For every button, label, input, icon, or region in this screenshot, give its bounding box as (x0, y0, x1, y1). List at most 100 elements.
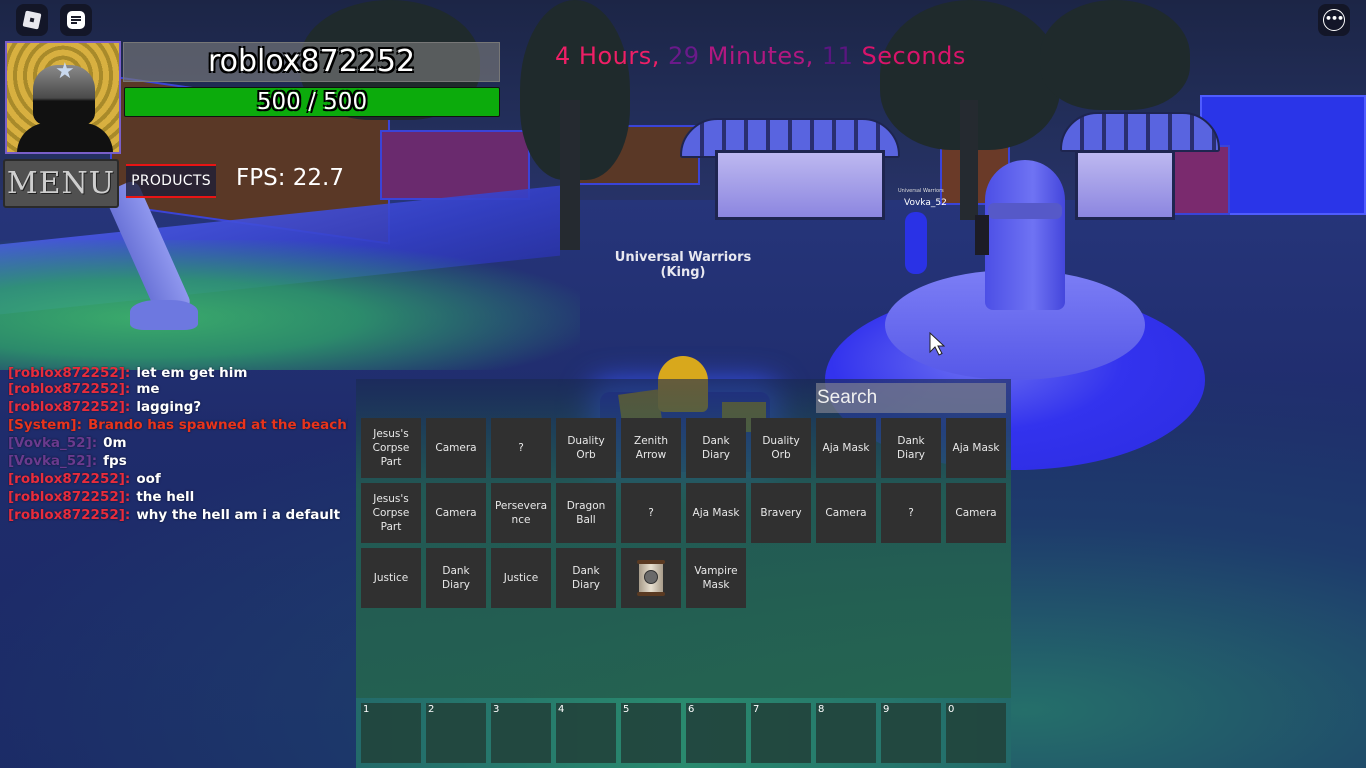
inventory-slot[interactable]: Dank Diary (556, 548, 616, 608)
chat-text: oof (136, 471, 161, 487)
hotbar-slot-key: 3 (493, 704, 500, 715)
inventory-item-label: Camera (825, 507, 867, 519)
inventory-item-label: Dragon Ball (566, 500, 606, 526)
inventory-item-label: Dank Diary (897, 435, 925, 461)
inventory-slot[interactable]: Duality Orb (751, 418, 811, 478)
player-tag-title: Universal Warriors (898, 188, 944, 194)
inventory-slot[interactable]: Dragon Ball (556, 483, 616, 543)
hotbar-slot[interactable]: 6 (686, 703, 746, 763)
chat-message: [Vovka_52]: 0m (8, 434, 348, 452)
inventory-item-label: Aja Mask (822, 442, 870, 454)
hotbar-slot[interactable]: 2 (426, 703, 486, 763)
chat-sender[interactable]: [roblox872252]: (8, 489, 130, 505)
chat-message: [roblox872252]: lagging? (8, 398, 348, 416)
event-timer: 4 Hours, 29 Minutes, 11 Seconds (555, 44, 966, 68)
menu-button-label: MENU (6, 166, 116, 201)
star-icon: ★ (55, 59, 75, 84)
inventory-item-label: Perseverance (494, 500, 548, 526)
chat-icon (67, 11, 85, 29)
hotbar-slot[interactable]: 1 (361, 703, 421, 763)
inventory-slot[interactable]: ? (881, 483, 941, 543)
inventory-slot[interactable]: Perseverance (491, 483, 551, 543)
gazebo-roof (1060, 112, 1220, 152)
inventory-item-label: Jesus's Corpse Part (372, 428, 410, 468)
inventory-search-input[interactable] (816, 383, 1006, 413)
scroll-icon (635, 557, 667, 599)
inventory-slot[interactable]: Jesus's Corpse Part (361, 483, 421, 543)
products-button[interactable]: PRODUCTS (126, 164, 216, 198)
hotbar-slot-key: 4 (558, 704, 565, 715)
chat-message: [roblox872252]: the hell (8, 488, 348, 506)
chat-text: 0m (103, 435, 127, 451)
hotbar-slot[interactable]: 9 (881, 703, 941, 763)
health-bar: 500 / 500 (124, 87, 500, 117)
hotbar-slot-key: 1 (363, 704, 370, 715)
inventory-item-label: Justice (373, 572, 409, 584)
chat-sender[interactable]: [System]: (8, 417, 82, 433)
chat-sender[interactable]: [Vovka_52]: (8, 435, 97, 451)
inventory-slot[interactable]: Camera (816, 483, 876, 543)
hotbar-slot[interactable]: 5 (621, 703, 681, 763)
inventory-slot[interactable]: Aja Mask (816, 418, 876, 478)
inventory-item-label: Dank Diary (572, 565, 600, 591)
inventory-slot[interactable] (621, 548, 681, 608)
menu-button[interactable]: MENU (3, 159, 119, 208)
inventory-slot[interactable]: Justice (491, 548, 551, 608)
chat-message: [roblox872252]: oof (8, 470, 348, 488)
chat-sender[interactable]: [roblox872252]: (8, 507, 130, 523)
inventory-slot[interactable]: Zenith Arrow (621, 418, 681, 478)
hotbar-slot-key: 2 (428, 704, 435, 715)
inventory-slot[interactable]: ? (491, 418, 551, 478)
hotbar-slot[interactable]: 3 (491, 703, 551, 763)
hotbar-slot-key: 7 (753, 704, 760, 715)
inventory-slot[interactable]: Dank Diary (881, 418, 941, 478)
npc-nameplate: Universal Warriors (King) (600, 250, 766, 280)
chat-message: [roblox872252]: me (8, 380, 348, 398)
inventory-slot[interactable]: Dank Diary (686, 418, 746, 478)
inventory-item-label: Duality Orb (567, 435, 605, 461)
avatar-body (17, 123, 113, 152)
other-player-character[interactable] (905, 212, 927, 274)
hotbar-slot[interactable]: 8 (816, 703, 876, 763)
hotbar-slot[interactable]: 4 (556, 703, 616, 763)
hotbar-slot[interactable]: 0 (946, 703, 1006, 763)
inventory-slot[interactable]: Aja Mask (686, 483, 746, 543)
inventory-slot[interactable]: Justice (361, 548, 421, 608)
inventory-slot[interactable]: ? (621, 483, 681, 543)
inventory-item-label: Duality Orb (762, 435, 800, 461)
chat-sender[interactable]: [roblox872252]: (8, 399, 130, 415)
inventory-item-label: Aja Mask (692, 507, 740, 519)
house (380, 130, 530, 200)
npc-subtitle: (King) (660, 265, 706, 280)
inventory-item-label: Dank Diary (442, 565, 470, 591)
inventory-slot[interactable]: Vampire Mask (686, 548, 746, 608)
inventory-item-label: Aja Mask (952, 442, 1000, 454)
inventory-item-label: Camera (435, 442, 477, 454)
inventory-slot[interactable]: Duality Orb (556, 418, 616, 478)
inventory-slot[interactable]: Camera (426, 418, 486, 478)
chat-text: me (136, 381, 160, 397)
inventory-slot[interactable]: Camera (426, 483, 486, 543)
inventory-slot[interactable]: Camera (946, 483, 1006, 543)
hotbar-slot-key: 5 (623, 704, 630, 715)
inventory-slot[interactable]: Jesus's Corpse Part (361, 418, 421, 478)
chat-sender[interactable]: [roblox872252]: (8, 381, 130, 397)
chat-text: fps (103, 453, 127, 469)
inventory-item-label: Dank Diary (702, 435, 730, 461)
hotbar-slot[interactable]: 7 (751, 703, 811, 763)
chat-sender[interactable]: [roblox872252]: (8, 471, 130, 487)
inventory-slot[interactable]: Aja Mask (946, 418, 1006, 478)
other-player-character[interactable] (975, 215, 989, 255)
chat-message: [System]: Brando has spawned at the beach… (8, 416, 348, 434)
fountain-ring (988, 203, 1062, 219)
inventory-item-label: Zenith Arrow (634, 435, 668, 461)
inventory-item-label: Bravery (760, 507, 802, 519)
hotbar-slot-key: 9 (883, 704, 890, 715)
chat-sender[interactable]: [Vovka_52]: (8, 453, 97, 469)
inventory-slot[interactable]: Dank Diary (426, 548, 486, 608)
roblox-menu-button[interactable] (16, 4, 48, 36)
chat-toggle-button[interactable] (60, 4, 92, 36)
chat-sender[interactable]: [roblox872252]: (8, 366, 130, 380)
more-options-button[interactable]: ••• (1318, 4, 1350, 36)
inventory-slot[interactable]: Bravery (751, 483, 811, 543)
